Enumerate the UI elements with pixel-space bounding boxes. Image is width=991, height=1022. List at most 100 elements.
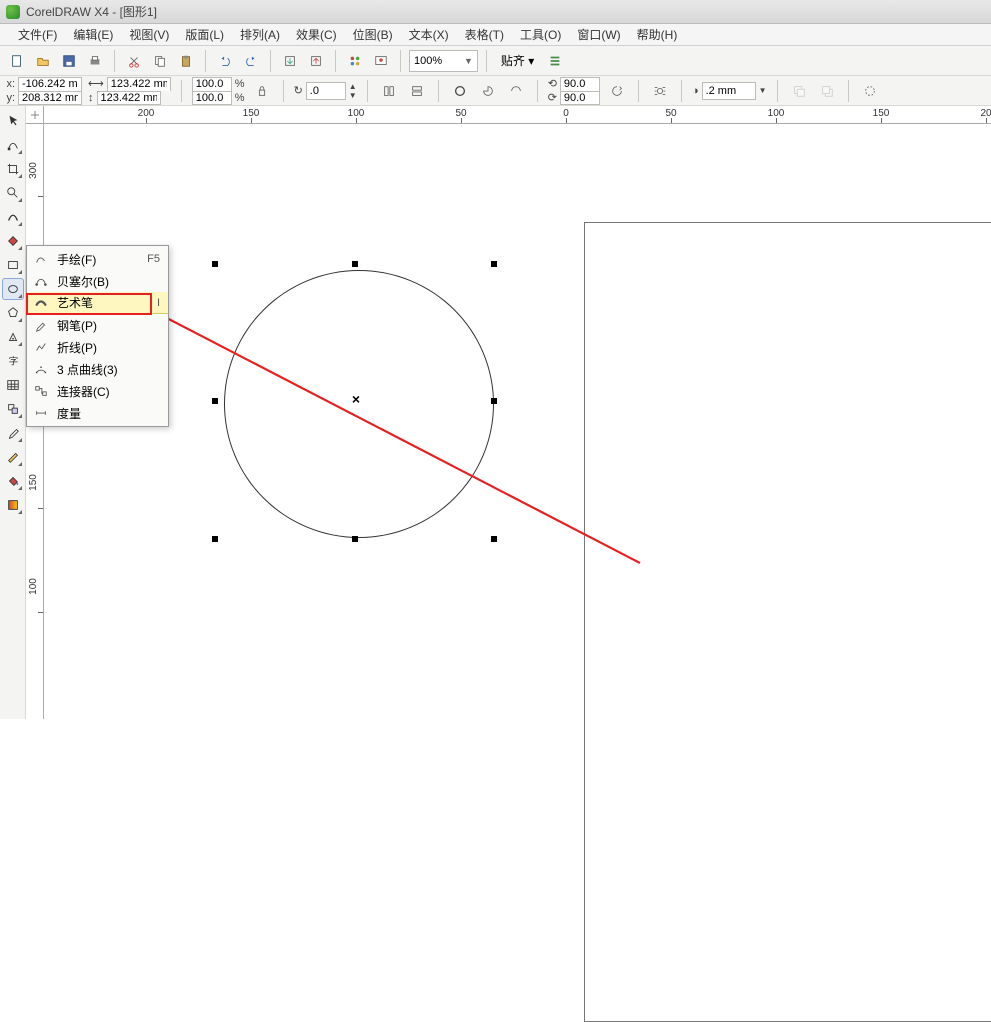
new-button[interactable] [6,50,28,72]
selection-handle[interactable] [491,536,497,542]
print-button[interactable] [84,50,106,72]
direction-button[interactable] [606,80,628,102]
options-button[interactable] [544,50,566,72]
arc-start-icon: ⟲ [548,77,557,90]
window-title: CorelDRAW X4 - [图形1] [26,3,157,20]
flyout-item-artistic[interactable]: 艺术笔I [27,292,168,314]
menu-view[interactable]: 视图(V) [129,26,169,43]
mirror-h-button[interactable] [378,80,400,102]
pick-tool[interactable] [2,110,24,132]
selection-handle[interactable] [212,261,218,267]
to-front-button[interactable] [788,80,810,102]
menu-tools[interactable]: 工具(O) [520,26,561,43]
menu-window[interactable]: 窗口(W) [577,26,620,43]
welcome-button[interactable] [370,50,392,72]
arc-button[interactable] [505,80,527,102]
chevron-down-icon[interactable]: ▼ [464,56,473,66]
flyout-item-connector[interactable]: 连接器(C) [27,380,168,402]
table-tool[interactable] [2,374,24,396]
ellipse-type-button[interactable] [449,80,471,102]
menu-arrange[interactable]: 排列(A) [240,26,280,43]
flyout-item-pen[interactable]: 钢笔(P) [27,314,168,336]
chevron-down-icon[interactable]: ▼ [759,86,767,95]
convert-curve-button[interactable] [859,80,881,102]
cut-button[interactable] [123,50,145,72]
arc-start-input[interactable] [560,77,600,91]
scale-y-input[interactable] [192,91,232,105]
pos-x-input2[interactable] [18,77,82,91]
text-tool[interactable]: 字 [2,350,24,372]
zoom-input[interactable] [414,55,460,67]
polygon-tool[interactable] [2,302,24,324]
scale-x-input[interactable] [192,77,232,91]
wrap-text-button[interactable] [649,80,671,102]
flyout-item-polyline[interactable]: 折线(P) [27,336,168,358]
fill-tool[interactable] [2,470,24,492]
height-icon: ↕ [88,92,94,104]
redo-button[interactable] [240,50,262,72]
height-input[interactable] [97,91,161,105]
pos-y-input[interactable] [18,91,82,105]
selection-center-icon: × [352,391,360,407]
flyout-item-dimension[interactable]: 度量 [27,402,168,424]
eyedropper-tool[interactable] [2,422,24,444]
snap-dropdown[interactable]: 贴齐 ▾ [495,52,540,69]
outline-tool[interactable] [2,446,24,468]
horizontal-ruler[interactable]: 2001501005005010015020 [26,106,991,124]
selection-handle[interactable] [212,536,218,542]
menu-file[interactable]: 文件(F) [18,26,57,43]
lock-ratio-button[interactable] [251,80,273,102]
to-back-button[interactable] [816,80,838,102]
selection-handle[interactable] [491,398,497,404]
menu-effects[interactable]: 效果(C) [296,26,337,43]
flyout-item-bezier[interactable]: 贝塞尔(B) [27,270,168,292]
save-button[interactable] [58,50,80,72]
ruler-origin[interactable] [26,106,44,124]
menu-layout[interactable]: 版面(L) [185,26,224,43]
rotation-input[interactable] [306,82,346,100]
percent-label-2: % [235,92,245,104]
app-launcher-button[interactable] [344,50,366,72]
export-button[interactable] [305,50,327,72]
shape-tool[interactable] [2,134,24,156]
menu-edit[interactable]: 编辑(E) [73,26,113,43]
flyout-item-freehand[interactable]: 手绘(F)F5 [27,248,168,270]
curve-tool-flyout: 手绘(F)F5贝塞尔(B)艺术笔I钢笔(P) 折线(P) 3 点曲线(3) 连接器(C… [26,245,169,427]
smartfill-tool[interactable] [2,230,24,252]
paste-button[interactable] [175,50,197,72]
outline-input[interactable] [702,82,756,100]
menu-help[interactable]: 帮助(H) [637,26,678,43]
arc-end-input[interactable] [560,91,600,105]
crop-tool[interactable] [2,158,24,180]
pie-button[interactable] [477,80,499,102]
zoom-tool[interactable] [2,182,24,204]
undo-button[interactable] [214,50,236,72]
mirror-v-button[interactable] [406,80,428,102]
interactive-fill-tool[interactable] [2,494,24,516]
selection-handle[interactable] [352,536,358,542]
width-icon: ⟷ [88,77,104,90]
menu-bitmap[interactable]: 位图(B) [353,26,393,43]
drawing-canvas[interactable]: × [44,124,991,719]
zoom-combo[interactable]: ▼ [409,50,478,72]
ellipse-tool[interactable] [2,278,24,300]
menu-text[interactable]: 文本(X) [409,26,449,43]
copy-button[interactable] [149,50,171,72]
width-input[interactable] [107,77,171,91]
pen-icon [33,317,49,333]
import-button[interactable] [279,50,301,72]
menu-table[interactable]: 表格(T) [465,26,504,43]
curve-tool[interactable] [2,206,24,228]
selection-handle[interactable] [491,261,497,267]
page-boundary [584,222,991,1022]
title-bar: CorelDRAW X4 - [图形1] [0,0,991,24]
interactive-tool[interactable] [2,398,24,420]
selection-handle[interactable] [352,261,358,267]
flyout-item-3pt[interactable]: 3 点曲线(3) [27,358,168,380]
flyout-label: 连接器(C) [57,383,128,400]
rectangle-tool[interactable] [2,254,24,276]
open-button[interactable] [32,50,54,72]
basic-shapes-tool[interactable] [2,326,24,348]
selection-handle[interactable] [212,398,218,404]
flyout-label: 折线(P) [57,339,128,356]
